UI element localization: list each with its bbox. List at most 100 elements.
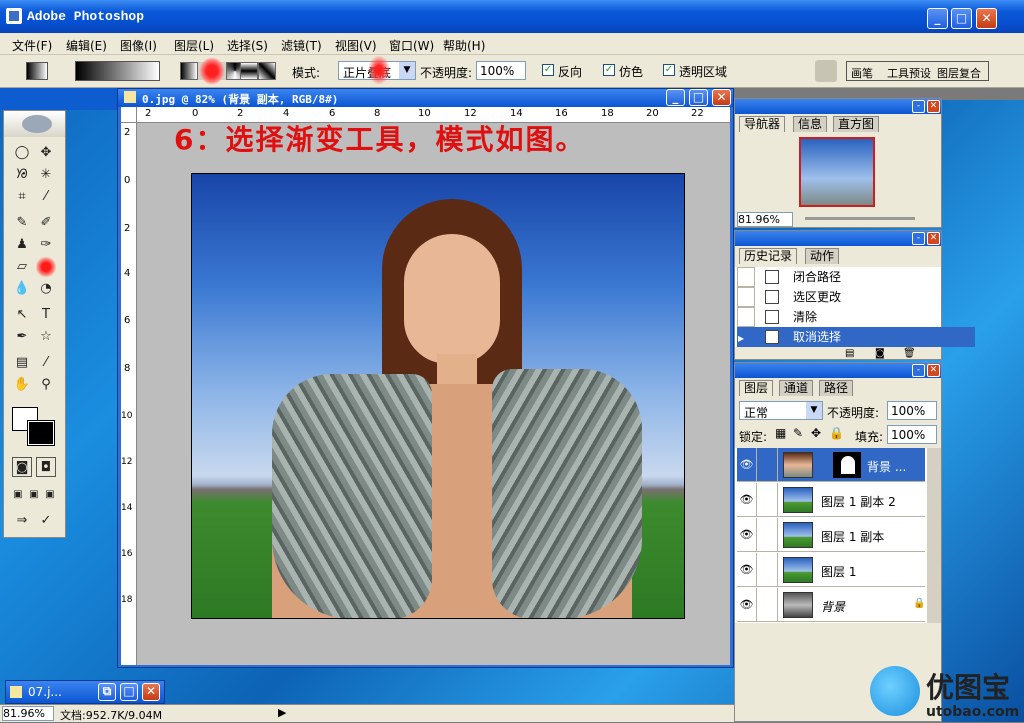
gradient-type-buttons[interactable] [180, 57, 276, 85]
history-item-selected[interactable]: ▸ 取消选择 [737, 327, 975, 347]
restore-button[interactable]: ⧉ [98, 683, 116, 701]
gradient-picker[interactable] [75, 61, 160, 81]
reverse-checkbox[interactable]: ✓ [542, 64, 554, 76]
jump-to-imageready-icon[interactable]: ⇒ [12, 511, 32, 531]
doc-maximize-button[interactable]: □ [689, 89, 708, 106]
panel-close-button[interactable]: ✕ [927, 364, 940, 377]
tool-preset-icon[interactable] [26, 62, 48, 80]
eye-icon[interactable]: 👁 [737, 448, 757, 482]
doc-close-button[interactable]: ✕ [712, 89, 731, 106]
navigator-zoom-field[interactable]: 81.96% [737, 212, 793, 227]
brush-tool-icon[interactable]: ✐ [36, 213, 56, 233]
menu-layer[interactable]: 图层(L) [174, 37, 214, 54]
history-brush-icon[interactable]: ✑ [36, 235, 56, 255]
eraser-tool-icon[interactable]: ▱ [12, 257, 32, 277]
screen-mode-full-menu-icon[interactable]: ▣ [26, 485, 42, 505]
zoom-slider[interactable] [805, 217, 915, 220]
ruler-origin[interactable] [121, 107, 137, 123]
tab-info[interactable]: 信息 [793, 116, 828, 132]
lock-position-icon[interactable]: ✥ [811, 426, 821, 440]
lock-all-icon[interactable]: 🔒 [829, 426, 844, 440]
menu-filter[interactable]: 滤镜(T) [281, 37, 322, 54]
layer-row[interactable]: 👁 背景 🔒 [737, 588, 925, 622]
panel-minimize-button[interactable]: - [912, 100, 925, 113]
menu-image[interactable]: 图像(I) [120, 37, 157, 54]
lasso-tool-icon[interactable]: ᘠ [12, 165, 32, 185]
minimized-document[interactable]: 07.j... ⧉ □ ✕ [5, 680, 165, 704]
zoom-tool-icon[interactable]: ⚲ [36, 375, 56, 395]
magic-wand-icon[interactable]: ✳ [36, 165, 56, 185]
reflected-gradient-icon[interactable] [240, 62, 258, 80]
menu-view[interactable]: 视图(V) [335, 37, 377, 54]
screen-mode-standard-icon[interactable]: ▣ [10, 485, 26, 505]
tab-paths[interactable]: 路径 [819, 380, 854, 396]
history-item[interactable]: 清除 [737, 307, 975, 327]
tool-presets-tab[interactable]: 工具预设 [887, 65, 931, 81]
layer-comps-tab[interactable]: 图层复合 [937, 65, 981, 81]
shape-tool-icon[interactable]: ☆ [36, 327, 56, 347]
transparency-checkbox[interactable]: ✓ [663, 64, 675, 76]
linear-gradient-icon[interactable] [180, 62, 198, 80]
close-button[interactable]: ✕ [142, 683, 160, 701]
standard-mode-icon[interactable]: ◙ [12, 457, 32, 477]
panel-close-button[interactable]: ✕ [927, 100, 940, 113]
eye-icon[interactable]: 👁 [737, 588, 757, 622]
layers-scrollbar[interactable] [927, 448, 941, 623]
chevron-down-icon[interactable]: ▼ [806, 402, 822, 419]
layer-row-selected[interactable]: 👁 背景 ... [737, 448, 925, 482]
minimize-button[interactable]: _ [927, 8, 948, 29]
path-selection-icon[interactable]: ↖ [12, 305, 32, 325]
new-document-icon[interactable]: ▤ [845, 348, 854, 359]
eye-icon[interactable]: 👁 [737, 553, 757, 587]
trash-icon[interactable]: 🗑 [903, 348, 916, 359]
blend-mode-select[interactable]: 正常 ▼ [739, 401, 823, 420]
tab-actions[interactable]: 动作 [805, 248, 840, 264]
pen-tool-icon[interactable]: ✒ [12, 327, 32, 347]
tab-channels[interactable]: 通道 [779, 380, 814, 396]
eye-icon[interactable]: 👁 [737, 483, 757, 517]
close-button[interactable]: ✕ [976, 8, 997, 29]
menu-help[interactable]: 帮助(H) [443, 37, 485, 54]
mode-select[interactable]: 正片叠底 ▼ [338, 54, 416, 86]
diamond-gradient-icon[interactable] [258, 62, 276, 80]
maximize-button[interactable]: □ [120, 683, 138, 701]
layer-opacity-field[interactable]: 100% [887, 401, 937, 420]
slice-tool-icon[interactable]: ⁄ [36, 187, 56, 207]
blur-tool-icon[interactable]: 💧 [12, 279, 32, 299]
clone-stamp-icon[interactable]: ♟ [12, 235, 32, 255]
gradient-tool-icon[interactable] [36, 257, 56, 277]
eye-icon[interactable]: 👁 [737, 518, 757, 552]
healing-brush-icon[interactable]: ✎ [12, 213, 32, 233]
navigator-thumbnail[interactable] [799, 137, 875, 207]
tab-history[interactable]: 历史记录 [739, 248, 798, 264]
move-tool-icon[interactable]: ✥ [36, 143, 56, 163]
layer-row[interactable]: 👁 图层 1 副本 2 [737, 483, 925, 517]
tab-histogram[interactable]: 直方图 [833, 116, 880, 132]
lock-transparency-icon[interactable]: ▦ [775, 426, 786, 440]
dither-checkbox[interactable]: ✓ [603, 64, 615, 76]
lock-image-icon[interactable]: ✎ [793, 426, 803, 440]
menu-file[interactable]: 文件(F) [12, 37, 52, 54]
history-item[interactable]: 闭合路径 [737, 267, 975, 287]
tab-layers[interactable]: 图层 [739, 380, 774, 396]
background-color-swatch[interactable] [27, 420, 55, 446]
panel-close-button[interactable]: ✕ [927, 232, 940, 245]
eyedropper-icon[interactable]: ⁄ [36, 353, 56, 373]
type-tool-icon[interactable]: T [36, 305, 56, 325]
screen-mode-full-icon[interactable]: ▣ [42, 485, 58, 505]
fill-field[interactable]: 100% [887, 425, 937, 444]
status-arrow-icon[interactable]: ▶ [278, 706, 286, 719]
print-icon[interactable] [815, 60, 837, 82]
panel-minimize-button[interactable]: - [912, 364, 925, 377]
radial-gradient-icon[interactable] [199, 57, 225, 85]
quick-mask-icon[interactable]: ◘ [36, 457, 56, 477]
history-item[interactable]: 选区更改 [737, 287, 975, 307]
layer-row[interactable]: 👁 图层 1 副本 [737, 518, 925, 552]
marquee-tool-icon[interactable]: ◯ [12, 143, 32, 163]
status-zoom-field[interactable]: 81.96% [2, 706, 54, 721]
brushes-tab[interactable]: 画笔 [851, 65, 873, 81]
menu-edit[interactable]: 编辑(E) [66, 37, 107, 54]
crop-tool-icon[interactable]: ⌗ [12, 187, 32, 207]
tab-navigator[interactable]: 导航器 [739, 116, 786, 132]
canvas-image[interactable] [191, 173, 685, 619]
